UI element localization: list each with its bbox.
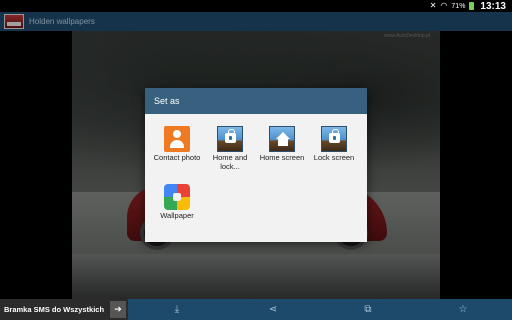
crop-icon[interactable]: ⧉ bbox=[356, 299, 380, 320]
option-label: Wallpaper bbox=[160, 211, 194, 220]
download-icon[interactable]: ⤓ bbox=[165, 299, 189, 320]
wallpaper-icon bbox=[164, 184, 190, 210]
option-label: Home screen bbox=[259, 153, 305, 162]
battery-icon bbox=[469, 2, 475, 10]
option-wallpaper[interactable]: Wallpaper bbox=[152, 184, 202, 221]
lock-screen-icon bbox=[321, 126, 347, 152]
set-as-dialog: Set as Contact photo Home and lock... Ho… bbox=[145, 88, 367, 242]
option-contact-photo[interactable]: Contact photo bbox=[152, 126, 202, 163]
option-home-screen[interactable]: Home screen bbox=[257, 126, 307, 163]
ad-banner[interactable]: Bramka SMS do Wszystkich ➔ bbox=[0, 299, 128, 320]
contact-photo-icon bbox=[164, 126, 190, 152]
option-home-and-lock[interactable]: Home and lock... bbox=[205, 126, 255, 171]
ad-text: Bramka SMS do Wszystkich bbox=[4, 305, 105, 314]
option-label: Lock screen bbox=[313, 153, 355, 162]
option-label: Contact photo bbox=[153, 153, 201, 162]
wifi-icon: ◠ bbox=[440, 1, 448, 10]
mute-icon: ✕ bbox=[429, 1, 437, 10]
option-label: Home and lock... bbox=[212, 153, 248, 171]
status-bar: ✕ ◠ 71% 13:13 bbox=[0, 0, 512, 12]
dialog-title: Set as bbox=[145, 88, 367, 114]
clock: 13:13 bbox=[480, 0, 506, 12]
option-lock-screen[interactable]: Lock screen bbox=[309, 126, 359, 163]
battery-percent: 71% bbox=[451, 2, 466, 10]
home-screen-icon bbox=[269, 126, 295, 152]
share-icon[interactable]: ⋖ bbox=[261, 299, 285, 320]
bottom-toolbar: Bramka SMS do Wszystkich ➔ bbox=[0, 299, 512, 320]
favorite-icon[interactable]: ☆ bbox=[451, 299, 475, 320]
home-lock-screen-icon bbox=[217, 126, 243, 152]
arrow-right-icon[interactable]: ➔ bbox=[110, 301, 126, 318]
dialog-options: Contact photo Home and lock... Home scre… bbox=[145, 114, 367, 242]
